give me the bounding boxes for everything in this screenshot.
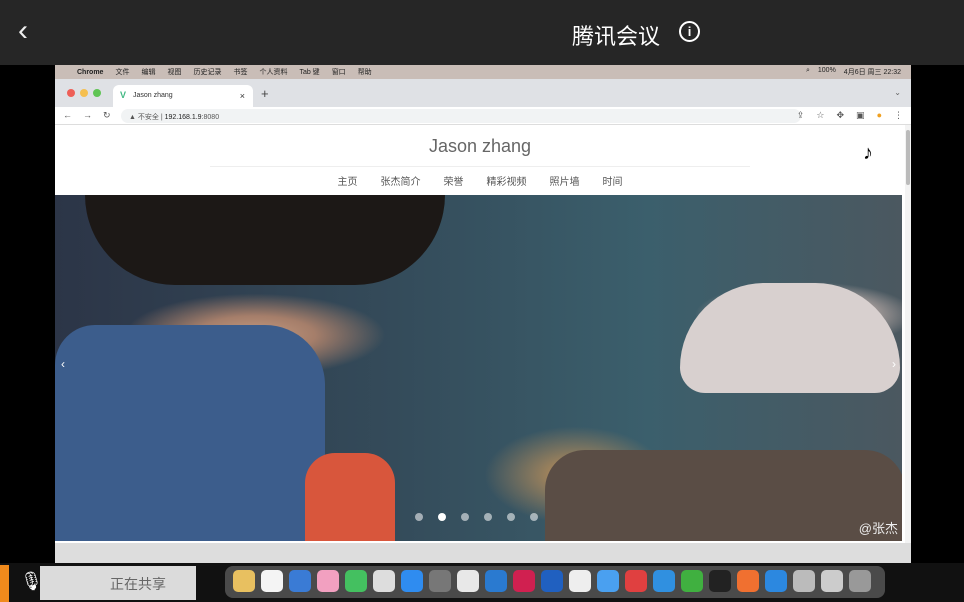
carousel-indicators: [415, 513, 538, 521]
battery-text: 100%: [817, 67, 836, 74]
menu-file[interactable]: 文件: [115, 67, 129, 77]
menu-window[interactable]: 窗口: [332, 67, 346, 77]
scrollbar[interactable]: [905, 125, 911, 543]
forward-icon[interactable]: →: [83, 110, 92, 121]
photo-hair: [85, 195, 445, 285]
new-tab-button[interactable]: +: [261, 86, 269, 101]
carousel-prev[interactable]: ‹: [61, 357, 65, 371]
menu-bookmarks[interactable]: 书签: [233, 67, 247, 77]
menu-profile[interactable]: 个人资料: [259, 67, 287, 77]
dock-app-icon[interactable]: [345, 570, 367, 592]
carousel-dot[interactable]: [484, 513, 492, 521]
dock-app-icon[interactable]: [793, 570, 815, 592]
photo-microphone: [305, 453, 395, 541]
dock-app-icon[interactable]: [429, 570, 451, 592]
address-bar-row: ← → ↻ ▲ 不安全 | 192.168.1.9:8080 ⇪ ☆ ✥ ▣ ●…: [55, 107, 911, 125]
menu-chrome[interactable]: Chrome: [77, 69, 103, 76]
weibo-watermark: @张杰: [858, 521, 898, 536]
nav-honors[interactable]: 荣誉: [444, 173, 464, 188]
site-nav: 主页 张杰简介 荣誉 精彩视频 照片墙 时间: [55, 173, 905, 188]
window-controls: [67, 89, 101, 97]
zoom-window-button[interactable]: [93, 89, 101, 97]
url-input[interactable]: ▲ 不安全 | 192.168.1.9:8080: [121, 109, 801, 123]
dock-app-icon[interactable]: [485, 570, 507, 592]
warning-icon[interactable]: ▲: [129, 114, 138, 121]
photo-person-left: [55, 325, 325, 541]
meeting-topbar: ‹ 腾讯会议 i: [0, 0, 964, 65]
tab-jason-zhang[interactable]: V Jason zhang ×: [113, 85, 253, 107]
webpage: Jason zhang ♪ 主页 张杰简介 荣誉 精彩视频 照片墙 时间 ‹ ›…: [55, 125, 905, 543]
photo-carousel[interactable]: ‹ › @张杰: [55, 195, 902, 541]
photo-suit: [545, 450, 902, 541]
dock-app-icon[interactable]: [569, 570, 591, 592]
nav-bio[interactable]: 张杰简介: [381, 173, 421, 188]
clock[interactable]: 4月6日 周三 22:32: [844, 67, 901, 77]
menu-history[interactable]: 历史记录: [193, 67, 221, 77]
site-title: Jason zhang: [428, 136, 532, 156]
mac-menubar: Chrome 文件 编辑 视图 历史记录 书签 个人资料 Tab 键 窗口 帮助…: [55, 65, 911, 79]
mac-dock: [225, 566, 885, 598]
menu-edit[interactable]: 编辑: [141, 67, 155, 77]
dock-app-icon[interactable]: [597, 570, 619, 592]
nav-home[interactable]: 主页: [338, 173, 358, 188]
dock-app-icon[interactable]: [541, 570, 563, 592]
dock-app-icon[interactable]: [233, 570, 255, 592]
minimize-window-button[interactable]: [80, 89, 88, 97]
carousel-next[interactable]: ›: [892, 357, 896, 371]
menu-tab[interactable]: Tab 键: [299, 67, 319, 77]
nav-timeline[interactable]: 时间: [603, 173, 623, 188]
menu-view[interactable]: 视图: [167, 67, 181, 77]
sidepanel-icon[interactable]: ▣: [856, 110, 865, 121]
dock-app-icon[interactable]: [681, 570, 703, 592]
profile-icon[interactable]: ●: [877, 110, 882, 121]
star-icon[interactable]: ☆: [816, 110, 824, 121]
dock-app-icon[interactable]: [513, 570, 535, 592]
dock-app-icon[interactable]: [261, 570, 283, 592]
photo-person-right: [680, 283, 900, 393]
extensions-icon[interactable]: ✥: [837, 110, 845, 121]
tab-title: Jason zhang: [133, 92, 173, 99]
menu-help[interactable]: 帮助: [358, 67, 372, 77]
dock-app-icon[interactable]: [737, 570, 759, 592]
dock-app-icon[interactable]: [765, 570, 787, 592]
more-icon[interactable]: ⋮: [894, 110, 903, 121]
url-host: 192.168.1.9: [164, 114, 202, 121]
back-icon[interactable]: ←: [63, 110, 72, 121]
shared-screen: Chrome 文件 编辑 视图 历史记录 书签 个人资料 Tab 键 窗口 帮助…: [55, 65, 911, 563]
tab-bar: V Jason zhang × + ⌄: [55, 79, 911, 107]
divider: [210, 166, 750, 167]
dock-app-icon[interactable]: [653, 570, 675, 592]
close-window-button[interactable]: [67, 89, 75, 97]
chevron-left-icon[interactable]: ‹: [18, 14, 28, 48]
meeting-title: 腾讯会议: [572, 24, 661, 49]
share-status: 正在共享: [40, 566, 196, 600]
carousel-dot[interactable]: [530, 513, 538, 521]
carousel-dot[interactable]: [415, 513, 423, 521]
dock-app-icon[interactable]: [401, 570, 423, 592]
dock-app-icon[interactable]: [373, 570, 395, 592]
search-icon[interactable]: ⌕: [806, 67, 810, 77]
close-tab-icon[interactable]: ×: [240, 91, 245, 101]
nav-photos[interactable]: 照片墙: [550, 173, 580, 188]
carousel-dot[interactable]: [438, 513, 446, 521]
dock-app-icon[interactable]: [289, 570, 311, 592]
share-indicator: [0, 565, 9, 602]
share-icon[interactable]: ⇪: [797, 110, 805, 121]
dock-app-icon[interactable]: [821, 570, 843, 592]
dock-app-icon[interactable]: [317, 570, 339, 592]
vue-logo-icon: V: [120, 90, 127, 100]
info-icon[interactable]: i: [679, 21, 700, 42]
carousel-dot[interactable]: [461, 513, 469, 521]
dock-app-icon[interactable]: [849, 570, 871, 592]
reload-icon[interactable]: ↻: [103, 110, 111, 121]
dock-app-icon[interactable]: [709, 570, 731, 592]
url-port: :8080: [201, 114, 220, 121]
dock-app-icon[interactable]: [457, 570, 479, 592]
carousel-dot[interactable]: [507, 513, 515, 521]
dock-app-icon[interactable]: [625, 570, 647, 592]
security-label: 不安全: [137, 114, 159, 121]
nav-videos[interactable]: 精彩视频: [487, 173, 527, 188]
music-icon[interactable]: ♪: [863, 142, 873, 165]
tab-search-icon[interactable]: ⌄: [894, 88, 901, 97]
